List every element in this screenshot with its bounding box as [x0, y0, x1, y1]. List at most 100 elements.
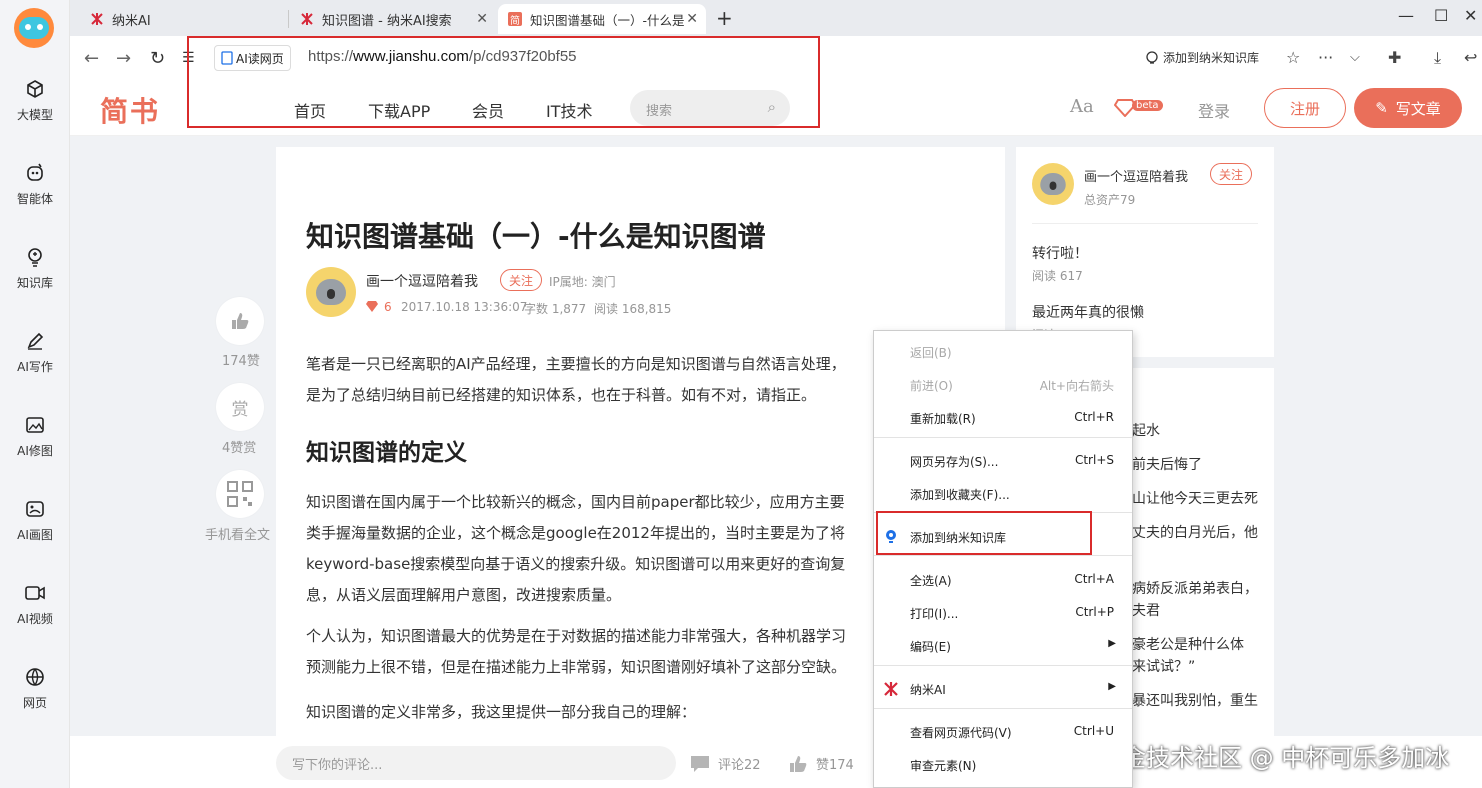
paragraph-line: 知识图谱在国内属于一个比较新兴的概念，国内目前paper都比较少，应用方主要 — [306, 493, 845, 511]
recommend-item[interactable]: 病娇反派弟弟表白， — [1132, 578, 1258, 598]
palette-icon — [24, 498, 46, 520]
tab-nami-search[interactable]: 知识图谱 - 纳米AI搜索 ✕ — [290, 4, 496, 34]
write-article-button[interactable]: ✎ 写文章 — [1354, 88, 1462, 128]
menu-item-view-source[interactable]: 查看网页源代码(V) Ctrl+U — [874, 715, 1132, 748]
menu-item-encoding[interactable]: 编码(E) ▶ — [874, 629, 1132, 662]
follow-button[interactable]: 关注 — [500, 269, 543, 291]
download-icon[interactable]: ⤓ — [1434, 48, 1441, 68]
nami-ai-icon — [884, 682, 898, 696]
paragraph-line: 类手握海量数据的企业，这个概念是google在2012年提出的，当时主要是为了将 — [306, 524, 845, 542]
context-menu: 返回(B) 前进(O) Alt+向右箭头 重新加载(R) Ctrl+R 网页另存… — [873, 330, 1133, 788]
post-title[interactable]: 最近两年真的很懒 — [1032, 302, 1144, 322]
thumbs-up-icon — [790, 755, 807, 772]
nami-ai-icon — [300, 12, 314, 26]
recommend-item[interactable]: 夫君 — [1132, 600, 1160, 620]
diamond-count: 6 — [384, 300, 392, 314]
sidebar-item-label: 网页 — [22, 696, 47, 710]
sidebar-item-ai-retouch[interactable]: AI修图 — [0, 410, 70, 470]
word-count: 字数 1,877 — [524, 302, 587, 316]
paragraph-line: 知识图谱的定义非常多，我这里提供一部分我自己的理解： — [306, 703, 697, 721]
app-logo[interactable] — [14, 8, 54, 48]
follow-button[interactable]: 关注 — [1210, 163, 1253, 185]
close-icon[interactable]: ✕ — [686, 11, 698, 27]
add-to-knowledge-base-button[interactable]: 添加到纳米知识库 — [1145, 49, 1259, 66]
read-count: 阅读 168,815 — [594, 302, 672, 316]
puzzle-icon[interactable]: ✚ — [1388, 48, 1401, 67]
qr-code-icon — [227, 481, 253, 507]
tab-nami-ai[interactable]: 纳米AI — [80, 4, 288, 34]
sidebar-item-ai-video[interactable]: AI视频 — [0, 578, 70, 638]
maximize-button[interactable]: ☐ — [1434, 6, 1448, 25]
menu-item-inspect[interactable]: 审查元素(N) — [874, 748, 1132, 781]
sidebar-item-knowledge[interactable]: 知识库 — [0, 242, 70, 302]
recommend-item[interactable]: 前夫后悔了 — [1132, 454, 1202, 474]
menu-item-add-favorite[interactable]: 添加到收藏夹(F)... — [874, 477, 1132, 510]
star-icon[interactable]: ☆ — [1286, 48, 1300, 67]
menu-item-print[interactable]: 打印(I)... Ctrl+P — [874, 596, 1132, 629]
sidebar-item-web[interactable]: 网页 — [0, 662, 70, 722]
likes-button[interactable]: 赞174 — [788, 754, 854, 773]
beta-badge: beta — [1132, 100, 1163, 111]
menu-item-select-all[interactable]: 全选(A) Ctrl+A — [874, 563, 1132, 596]
reward-button[interactable]: 赏 — [216, 383, 264, 431]
forward-arrow-icon[interactable]: → — [116, 48, 131, 69]
recommend-item[interactable]: 丈夫的白月光后，他 — [1132, 522, 1258, 542]
recommend-item[interactable]: 山让他今天三更去死 — [1132, 488, 1258, 508]
undo-icon[interactable]: ↩ — [1464, 48, 1477, 67]
menu-item-forward[interactable]: 前进(O) Alt+向右箭头 — [874, 368, 1132, 401]
avatar[interactable] — [1032, 163, 1074, 205]
sidebar-item-agents[interactable]: 智能体 — [0, 158, 70, 218]
recommend-item[interactable]: 豪老公是种什么体 — [1132, 634, 1244, 654]
like-count: 174赞 — [222, 354, 260, 369]
close-window-button[interactable]: ✕ — [1464, 6, 1477, 25]
post-title[interactable]: 转行啦！ — [1032, 243, 1088, 263]
highlight-box — [876, 511, 1092, 555]
chevron-down-icon[interactable]: ⌵ — [1350, 50, 1360, 65]
menu-item-reload[interactable]: 重新加载(R) Ctrl+R — [874, 401, 1132, 434]
menu-item-save-as[interactable]: 网页另存为(S)... Ctrl+S — [874, 444, 1132, 477]
pen-icon: ✎ — [1375, 99, 1388, 117]
paragraph-line: 笔者是一只已经离职的AI产品经理，主要擅长的方向是知识图谱与自然语言处理， — [306, 355, 846, 373]
new-tab-button[interactable]: + — [716, 6, 733, 30]
back-arrow-icon[interactable]: ← — [84, 48, 99, 69]
nami-ai-icon — [90, 12, 104, 26]
chevron-right-icon: ▶ — [1108, 681, 1116, 692]
recommend-item[interactable]: 来试试？” — [1132, 656, 1195, 676]
minimize-button[interactable]: — — [1398, 6, 1414, 25]
paragraph-line: keyword-base搜索模型向基于语义的搜索升级。知识图谱可以用来更好的查询… — [306, 555, 846, 573]
sidebar-item-label: 知识库 — [16, 276, 53, 290]
article-title: 知识图谱基础（一）-什么是知识图谱 — [306, 220, 766, 253]
close-icon[interactable]: ✕ — [476, 11, 488, 27]
font-size-toggle[interactable]: Aa — [1070, 96, 1094, 117]
author-name[interactable]: 画一个逗逗陪着我 — [366, 271, 478, 291]
sidebar-item-ai-writing[interactable]: AI写作 — [0, 326, 70, 386]
login-link[interactable]: 登录 — [1198, 98, 1230, 122]
comment-input[interactable]: 写下你的评论... — [276, 746, 676, 780]
author-card: 画一个逗逗陪着我 关注 总资产79 转行啦！ 阅读 617 最近两年真的很懒 阅… — [1016, 147, 1274, 357]
recommend-item[interactable]: 起水 — [1132, 420, 1160, 440]
pen-icon — [24, 330, 46, 352]
more-icon[interactable]: ··· — [1318, 48, 1333, 67]
comments-button[interactable]: 评论22 — [690, 754, 761, 773]
sidebar-item-label: AI视频 — [17, 612, 53, 626]
browser-tab-bar: 纳米AI 知识图谱 - 纳米AI搜索 ✕ 简 知识图谱基础（一）-什么是 ✕ +… — [70, 0, 1482, 36]
highlight-box — [187, 36, 820, 128]
jianshu-logo[interactable]: 简书 — [100, 90, 160, 130]
qr-code-button[interactable] — [216, 470, 264, 518]
author-name[interactable]: 画一个逗逗陪着我 — [1084, 166, 1188, 185]
sidebar-item-ai-draw[interactable]: AI画图 — [0, 494, 70, 554]
menu-item-nami-ai[interactable]: 纳米AI ▶ — [874, 672, 1132, 705]
menu-item-back[interactable]: 返回(B) — [874, 335, 1132, 368]
like-button[interactable] — [216, 297, 264, 345]
sidebar-item-models[interactable]: 大模型 — [0, 74, 70, 134]
diamond-icon — [366, 301, 378, 312]
register-button[interactable]: 注册 — [1264, 88, 1346, 128]
tab-jianshu-article[interactable]: 简 知识图谱基础（一）-什么是 ✕ — [498, 4, 706, 34]
reload-icon[interactable]: ↻ — [150, 48, 165, 69]
sidebar-item-label: 大模型 — [16, 108, 53, 122]
avatar[interactable] — [306, 267, 356, 317]
comment-icon — [691, 755, 709, 772]
recommend-item[interactable]: 暴还叫我别怕，重生 — [1132, 690, 1258, 710]
paragraph-line: 息，从语义层面理解用户意图，改进搜索质量。 — [306, 586, 622, 604]
tab-label: 纳米AI — [112, 13, 151, 29]
